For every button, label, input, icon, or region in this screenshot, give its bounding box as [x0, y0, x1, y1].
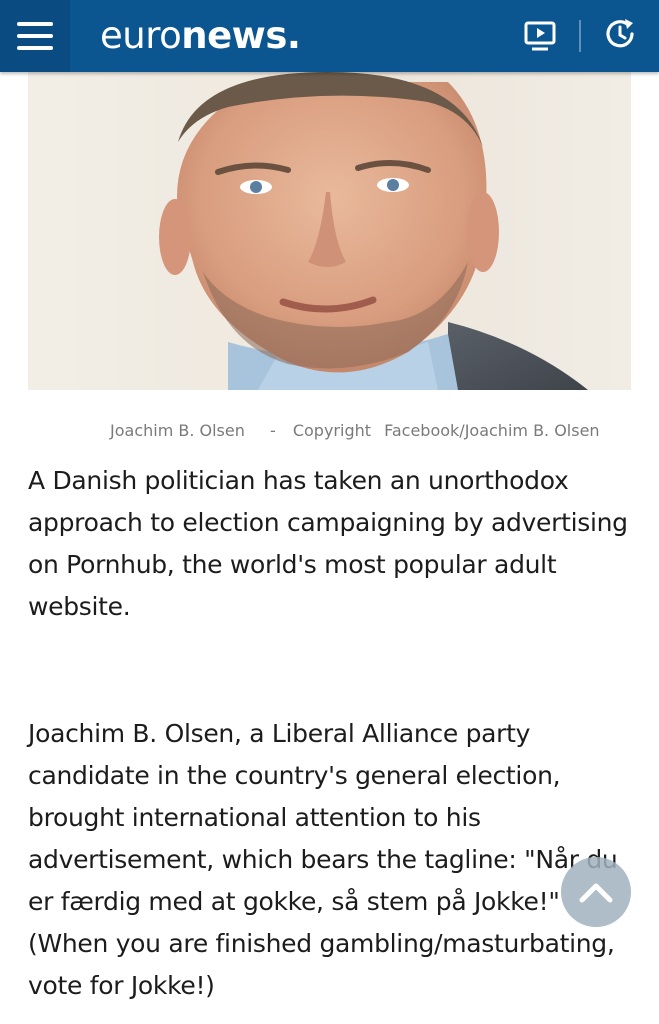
caption-separator: -	[269, 421, 276, 440]
live-tv-icon[interactable]	[522, 20, 560, 52]
article-hero-photo	[28, 72, 631, 390]
logo-bold-text: news.	[181, 14, 301, 57]
scroll-to-top-button[interactable]	[561, 857, 631, 927]
photo-caption: Joachim B. Olsen - Copyright Facebook/Jo…	[110, 421, 630, 445]
top-navigation-bar: euronews.	[0, 0, 659, 72]
caption-name: Joachim B. Olsen	[110, 421, 245, 440]
hamburger-menu-button[interactable]	[0, 0, 70, 72]
hamburger-menu-icon	[17, 22, 53, 26]
portrait-illustration	[159, 72, 588, 390]
logo-light-text: euro	[100, 14, 182, 57]
euronews-logo[interactable]: euronews.	[100, 13, 301, 59]
chevron-up-icon	[579, 883, 613, 903]
caption-copyright-label: Copyright	[292, 421, 372, 440]
caption-credit: Facebook/Joachim B. Olsen	[384, 421, 600, 440]
article-paragraph-1: A Danish politician has taken an unortho…	[28, 466, 628, 621]
header-divider	[579, 20, 581, 52]
latest-news-clock-icon[interactable]	[602, 16, 638, 52]
article-paragraph-2: Joachim B. Olsen, a Liberal Alliance par…	[28, 719, 618, 1000]
